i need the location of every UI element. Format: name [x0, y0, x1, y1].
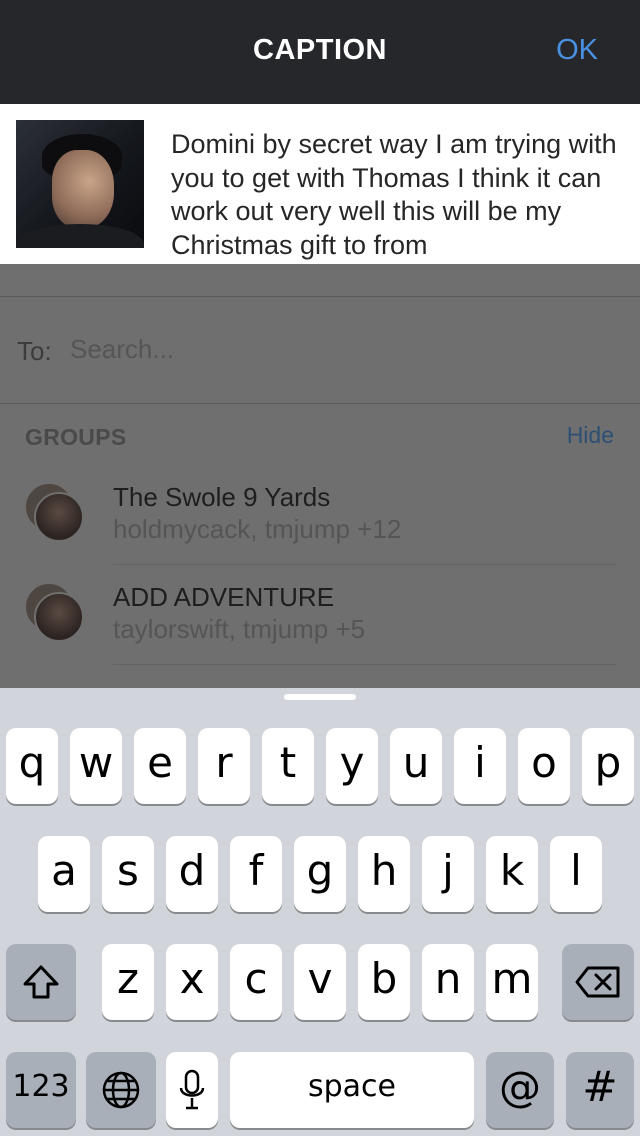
hash-key[interactable]: # [566, 1052, 634, 1128]
delete-key[interactable] [562, 944, 634, 1020]
key-m[interactable]: m [486, 944, 538, 1020]
keyboard: qwertyuiop asdfghjkl zxcvbnm 123 space @… [0, 688, 640, 1136]
group-item[interactable]: ADD ADVENTURE taylorswift, tmjump +5 [0, 582, 640, 682]
globe-icon [102, 1071, 140, 1109]
key-f[interactable]: f [230, 836, 282, 912]
key-y[interactable]: y [326, 728, 378, 804]
ok-button[interactable]: OK [556, 34, 598, 67]
key-u[interactable]: u [390, 728, 442, 804]
key-j[interactable]: j [422, 836, 474, 912]
key-t[interactable]: t [262, 728, 314, 804]
groups-heading: GROUPS [25, 424, 127, 450]
key-k[interactable]: k [486, 836, 538, 912]
to-label: To: [17, 336, 52, 366]
key-v[interactable]: v [294, 944, 346, 1020]
key-r[interactable]: r [198, 728, 250, 804]
group-item[interactable]: The Swole 9 Yards holdmycack, tmjump +12 [0, 482, 640, 582]
divider [0, 403, 640, 404]
group-name: ADD ADVENTURE [113, 582, 335, 612]
caption-area: Domini by secret way I am trying with yo… [0, 104, 640, 264]
key-o[interactable]: o [518, 728, 570, 804]
nav-bar: CAPTION OK [0, 0, 640, 104]
key-d[interactable]: d [166, 836, 218, 912]
key-x[interactable]: x [166, 944, 218, 1020]
key-b[interactable]: b [358, 944, 410, 1020]
globe-key[interactable] [86, 1052, 156, 1128]
key-w[interactable]: w [70, 728, 122, 804]
shift-icon [23, 965, 59, 999]
key-c[interactable]: c [230, 944, 282, 1020]
hide-groups-button[interactable]: Hide [567, 422, 614, 449]
group-name: The Swole 9 Yards [113, 482, 331, 512]
photo-thumbnail [16, 120, 144, 248]
key-q[interactable]: q [6, 728, 58, 804]
group-members: holdmycack, tmjump +12 [113, 514, 402, 544]
recipient-row: To: [0, 296, 640, 403]
shift-key[interactable] [6, 944, 76, 1020]
backspace-icon [575, 966, 620, 998]
key-a[interactable]: a [38, 836, 90, 912]
key-s[interactable]: s [102, 836, 154, 912]
microphone-icon [179, 1069, 205, 1110]
page-title: CAPTION [253, 34, 387, 66]
group-avatar [34, 592, 84, 642]
at-key[interactable]: @ [486, 1052, 554, 1128]
caption-input[interactable]: Domini by secret way I am trying with yo… [171, 128, 621, 262]
divider [113, 664, 616, 665]
group-members: taylorswift, tmjump +5 [113, 614, 366, 644]
divider [113, 564, 616, 565]
recipient-search-input[interactable] [70, 332, 590, 366]
key-l[interactable]: l [550, 836, 602, 912]
sheet-grabber[interactable] [284, 694, 356, 700]
dictation-key[interactable] [166, 1052, 218, 1128]
key-h[interactable]: h [358, 836, 410, 912]
key-g[interactable]: g [294, 836, 346, 912]
key-p[interactable]: p [582, 728, 634, 804]
numbers-key[interactable]: 123 [6, 1052, 76, 1128]
key-i[interactable]: i [454, 728, 506, 804]
group-avatar [34, 492, 84, 542]
key-e[interactable]: e [134, 728, 186, 804]
key-z[interactable]: z [102, 944, 154, 1020]
key-n[interactable]: n [422, 944, 474, 1020]
space-key[interactable]: space [230, 1052, 474, 1128]
